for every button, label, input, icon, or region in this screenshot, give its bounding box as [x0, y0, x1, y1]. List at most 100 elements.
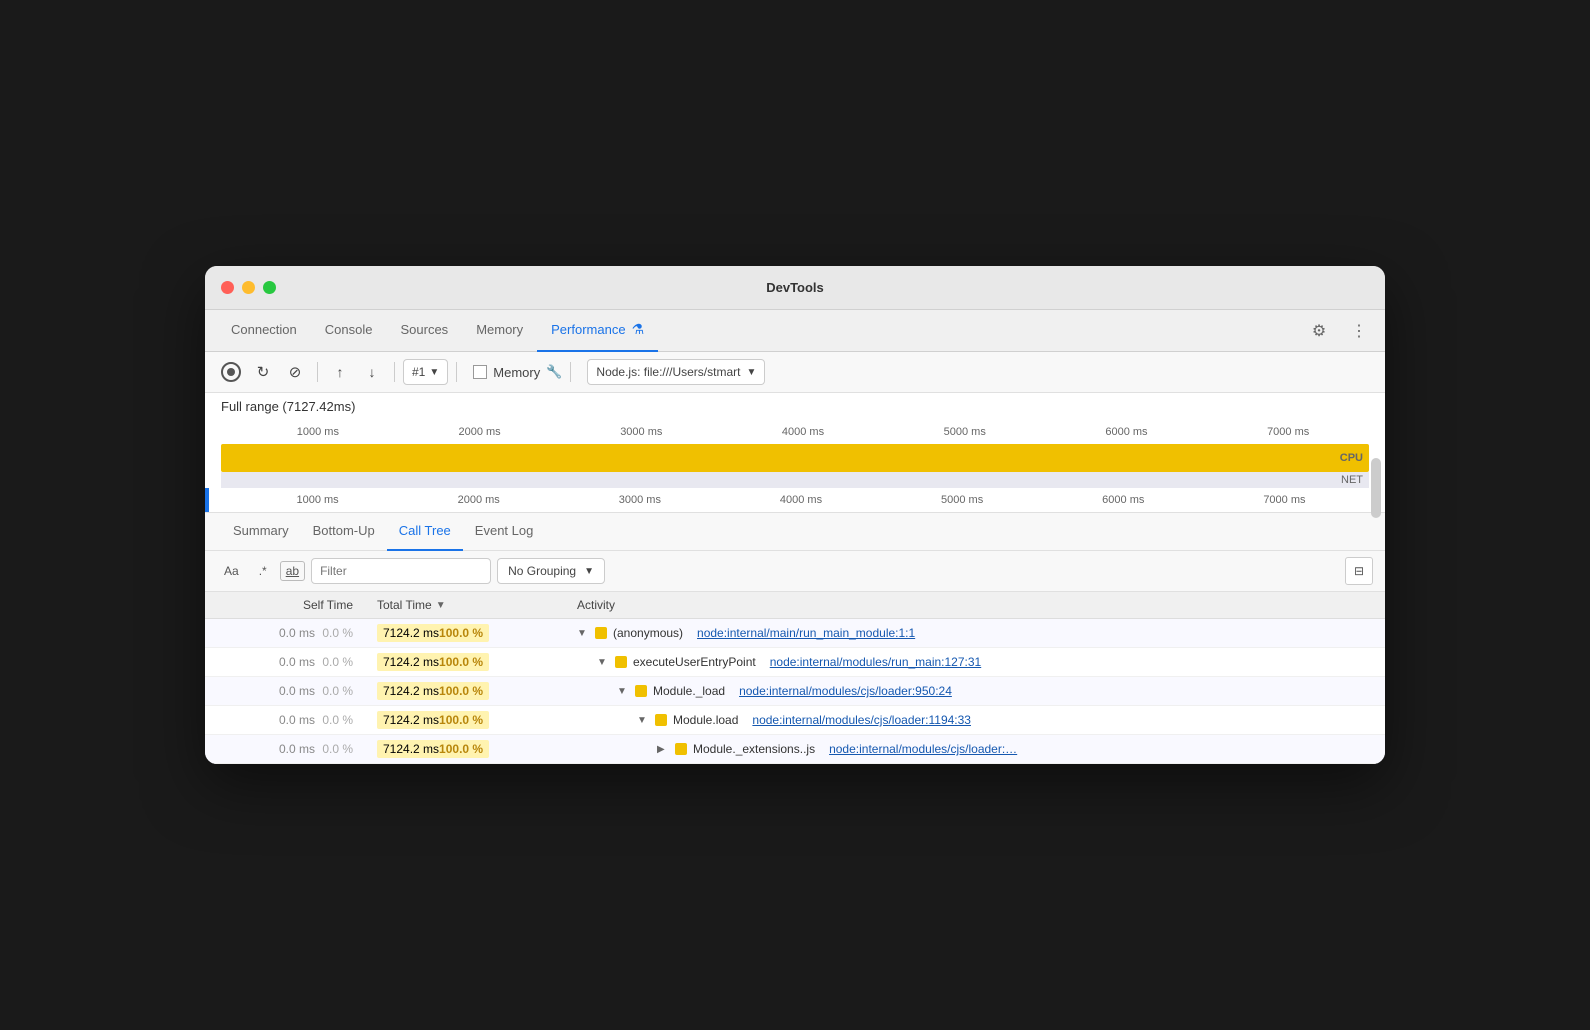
table-row: 0.0 ms 0.0 % 7124.2 ms100.0 % ▼ Module._… [205, 677, 1385, 706]
td-total-time-5: 7124.2 ms100.0 % [365, 735, 565, 764]
tab-performance[interactable]: Performance ⚗ [537, 310, 658, 352]
func-icon-3 [635, 685, 647, 697]
expand-icon-1[interactable]: ▼ [577, 628, 589, 639]
func-link-2[interactable]: node:internal/modules/run_main:127:31 [770, 655, 981, 669]
tab-console[interactable]: Console [311, 310, 387, 352]
filter-bar: Aa .* ab No Grouping ▼ ⊟ [205, 551, 1385, 592]
bottom-tabs: Summary Bottom-Up Call Tree Event Log [205, 513, 1385, 551]
td-activity-5: ▶ Module._extensions..js node:internal/m… [565, 735, 1385, 764]
panel-icon-button[interactable]: ⊟ [1345, 557, 1373, 585]
titlebar: DevTools [205, 266, 1385, 310]
cpu-bar: CPU [221, 444, 1369, 472]
tick-5000: 5000 ms [884, 426, 1046, 438]
separator-1 [317, 362, 318, 382]
td-total-time-4: 7124.2 ms100.0 % [365, 706, 565, 735]
tab-bottom-up[interactable]: Bottom-Up [301, 513, 387, 551]
tick-2000: 2000 ms [399, 426, 561, 438]
more-options-icon[interactable]: ⋮ [1345, 317, 1373, 345]
tick-b-7000: 7000 ms [1204, 494, 1365, 506]
full-range-label: Full range (7127.42ms) [205, 393, 1385, 420]
td-total-time-1: 7124.2 ms100.0 % [365, 619, 565, 648]
td-total-time-2: 7124.2 ms100.0 % [365, 648, 565, 677]
clear-button[interactable]: ⊘ [281, 358, 309, 386]
td-self-time-2: 0.0 ms 0.0 % [205, 648, 365, 677]
tick-1000: 1000 ms [237, 426, 399, 438]
time-ruler-top: 1000 ms 2000 ms 3000 ms 4000 ms 5000 ms … [205, 420, 1385, 444]
separator-2 [394, 362, 395, 382]
tab-summary[interactable]: Summary [221, 513, 301, 551]
ruler-indicator [205, 488, 209, 512]
tick-4000: 4000 ms [722, 426, 884, 438]
func-link-5[interactable]: node:internal/modules/cjs/loader:… [829, 742, 1017, 756]
download-button[interactable]: ↓ [358, 358, 386, 386]
traffic-lights [221, 281, 276, 294]
td-self-time-4: 0.0 ms 0.0 % [205, 706, 365, 735]
maximize-button[interactable] [263, 281, 276, 294]
scrollbar-thumb[interactable] [1371, 458, 1381, 518]
func-name-4: Module.load [673, 713, 738, 727]
beaker-icon: ⚗ [632, 321, 645, 338]
devtools-window: DevTools Connection Console Sources Memo… [205, 266, 1385, 764]
filter-input[interactable] [311, 558, 491, 584]
func-link-4[interactable]: node:internal/modules/cjs/loader:1194:33 [752, 713, 971, 727]
func-icon-5 [675, 743, 687, 755]
expand-icon-5[interactable]: ▶ [657, 744, 669, 755]
td-self-time-3: 0.0 ms 0.0 % [205, 677, 365, 706]
td-activity-3: ▼ Module._load node:internal/modules/cjs… [565, 677, 1385, 706]
expand-icon-2[interactable]: ▼ [597, 657, 609, 668]
net-label: NET [1341, 474, 1363, 486]
tab-event-log[interactable]: Event Log [463, 513, 546, 551]
grouping-selector[interactable]: No Grouping ▼ [497, 558, 605, 584]
cpu-label: CPU [1340, 452, 1363, 464]
th-total-time[interactable]: Total Time ▼ [365, 592, 565, 619]
window-title: DevTools [766, 280, 824, 295]
th-self-time[interactable]: Self Time [205, 592, 365, 619]
tabs-bar: Connection Console Sources Memory Perfor… [205, 310, 1385, 352]
tick-b-1000: 1000 ms [237, 494, 398, 506]
td-self-time-5: 0.0 ms 0.0 % [205, 735, 365, 764]
func-link-1[interactable]: node:internal/main/run_main_module:1:1 [697, 626, 915, 640]
time-ruler-bottom: 1000 ms 2000 ms 3000 ms 4000 ms 5000 ms … [205, 488, 1385, 512]
filter-btn-case[interactable]: ab [280, 561, 305, 581]
filter-btn-regex[interactable]: .* [252, 560, 274, 582]
minimize-button[interactable] [242, 281, 255, 294]
memory-checkbox-container[interactable]: Memory 🔧 [473, 364, 562, 380]
tab-connection[interactable]: Connection [217, 310, 311, 352]
func-icon-4 [655, 714, 667, 726]
timeline-section: Full range (7127.42ms) 1000 ms 2000 ms 3… [205, 393, 1385, 513]
node-selector-label: Node.js: file:///Users/stmart [596, 365, 740, 379]
tick-b-3000: 3000 ms [559, 494, 720, 506]
memory-label: Memory [493, 365, 540, 380]
reload-button[interactable]: ↻ [249, 358, 277, 386]
record-button[interactable] [217, 358, 245, 386]
tick-6000: 6000 ms [1046, 426, 1208, 438]
filter-btn-aa[interactable]: Aa [217, 560, 246, 582]
td-self-time-1: 0.0 ms 0.0 % [205, 619, 365, 648]
session-selector[interactable]: #1 ▼ [403, 359, 448, 385]
separator-4 [570, 362, 571, 382]
tab-call-tree[interactable]: Call Tree [387, 513, 463, 551]
tab-memory[interactable]: Memory [462, 310, 537, 352]
chevron-down-icon: ▼ [429, 367, 439, 378]
expand-icon-4[interactable]: ▼ [637, 715, 649, 726]
tab-sources[interactable]: Sources [386, 310, 462, 352]
table-row: 0.0 ms 0.0 % 7124.2 ms100.0 % ▼ Module.l… [205, 706, 1385, 735]
upload-button[interactable]: ↑ [326, 358, 354, 386]
node-selector[interactable]: Node.js: file:///Users/stmart ▼ [587, 359, 765, 385]
memory-checkbox[interactable] [473, 365, 487, 379]
expand-icon-3[interactable]: ▼ [617, 686, 629, 697]
tick-b-4000: 4000 ms [720, 494, 881, 506]
chevron-down-icon-3: ▼ [584, 566, 594, 577]
tab-actions: ⚙ ⋮ [1305, 317, 1373, 345]
toolbar: ↻ ⊘ ↑ ↓ #1 ▼ Memory 🔧 Node.js: file:///U… [205, 352, 1385, 393]
settings-icon[interactable]: ⚙ [1305, 317, 1333, 345]
tick-3000: 3000 ms [560, 426, 722, 438]
close-button[interactable] [221, 281, 234, 294]
th-activity[interactable]: Activity [565, 592, 1385, 619]
table-header-row: Self Time Total Time ▼ Activity [205, 592, 1385, 619]
chevron-down-icon-2: ▼ [746, 367, 756, 378]
separator-3 [456, 362, 457, 382]
func-link-3[interactable]: node:internal/modules/cjs/loader:950:24 [739, 684, 952, 698]
tick-b-6000: 6000 ms [1043, 494, 1204, 506]
tick-7000: 7000 ms [1207, 426, 1369, 438]
